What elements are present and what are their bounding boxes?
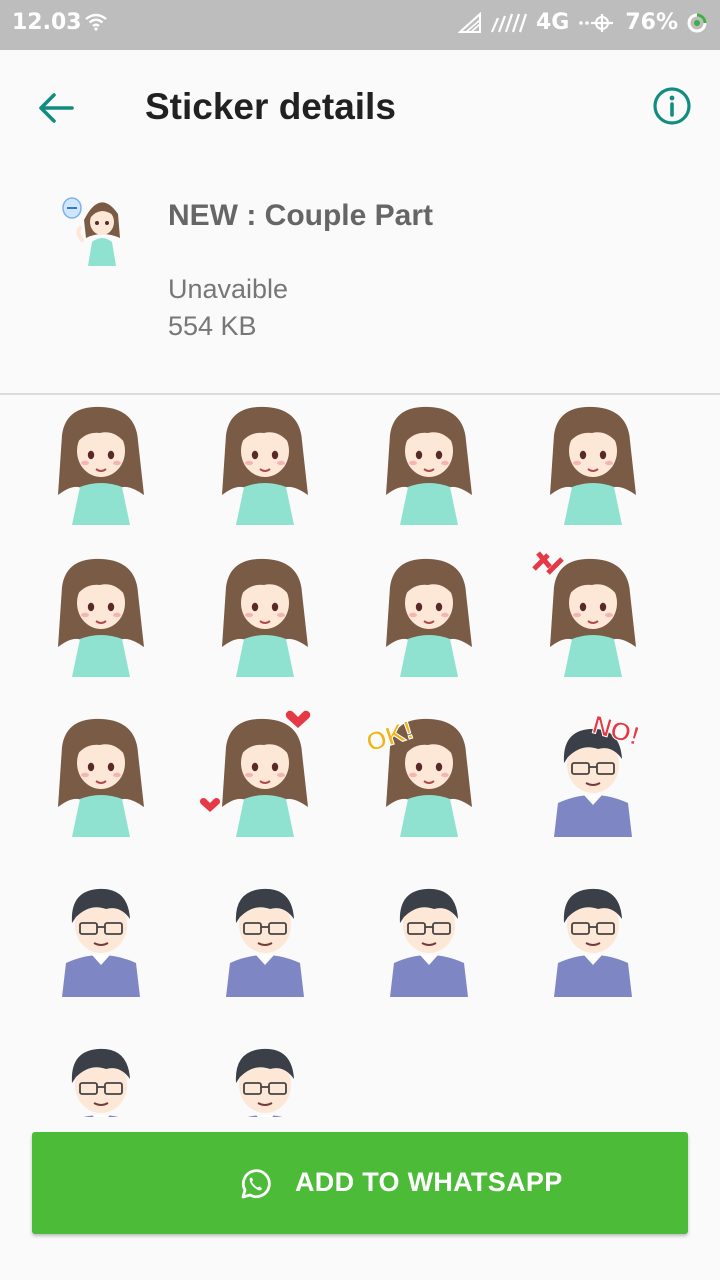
sticker-image [390,888,468,997]
add-to-whatsapp-label: ADD TO WHATSAPP [295,1167,563,1197]
signal-off-icon [457,11,482,34]
battery-charging-icon [686,12,708,34]
battery-level: 76% [625,10,678,35]
sticker-image [71,1048,130,1117]
sticker-image [550,406,636,525]
sticker-girl-cheering-pompoms[interactable] [36,395,166,525]
sticker-boy-embarrassed[interactable] [200,1027,330,1117]
app-toolbar: Sticker details [0,50,720,165]
sticker-image [222,558,308,677]
sticker-girl-waving-happy[interactable] [200,395,330,525]
sticker-image [199,710,311,837]
wifi-icon [84,13,108,35]
sticker-boy-thinking[interactable] [200,867,330,997]
arrow-back-icon [39,93,74,123]
sticker-image [222,406,308,525]
sticker-girl-surprised[interactable] [36,547,166,677]
info-icon [653,87,691,125]
sticker-girl-angry[interactable] [528,547,658,677]
sticker-image [532,551,636,677]
sticker-boy-surprised[interactable] [36,867,166,997]
sticker-image [235,1048,294,1117]
sticker-girl-hearts-love[interactable] [199,707,330,837]
sticker-image [386,406,472,525]
sticker-grid: OK! NO! [0,395,720,1117]
whatsapp-icon [241,1169,271,1199]
page-title: Sticker details [145,86,396,127]
sticker-girl-leaning-desk[interactable] [528,395,658,525]
sticker-image [386,558,472,677]
sticker-girl-confused[interactable] [36,707,166,837]
pack-status: Unavaible [168,274,289,304]
sticker-girl-sitting-blush[interactable] [200,547,330,677]
sticker-girl-sitting-smile[interactable] [364,547,494,677]
pack-size: 554 KB [168,311,257,341]
sticker-image [554,888,632,997]
signal-bars-icon [490,12,528,34]
sticker-image [58,406,144,525]
data-transfer-icon [577,12,617,34]
status-bar: 12.03 4G 76% [0,0,720,50]
sticker-image [58,718,144,837]
sticker-boy-no-sign[interactable]: NO! [528,707,658,837]
status-time: 12.03 [12,10,82,35]
pack-name: NEW : Couple Part [168,199,434,232]
info-button[interactable] [652,86,692,126]
pack-tray-icon [62,190,132,268]
back-button[interactable] [36,90,76,126]
add-to-whatsapp-button[interactable]: ADD TO WHATSAPP [32,1132,688,1234]
sticker-image [62,888,140,997]
sticker-image [226,888,304,997]
sticker-girl-ok-sign[interactable]: OK! [362,707,494,837]
sticker-image [58,558,144,677]
network-type: 4G [535,10,570,35]
sticker-boy-frustrated[interactable] [36,1027,166,1117]
sticker-boy-arms-crossed[interactable] [528,867,658,997]
sticker-girl-bowing-sad[interactable] [364,395,494,525]
sticker-boy-gloomy[interactable] [364,867,494,997]
